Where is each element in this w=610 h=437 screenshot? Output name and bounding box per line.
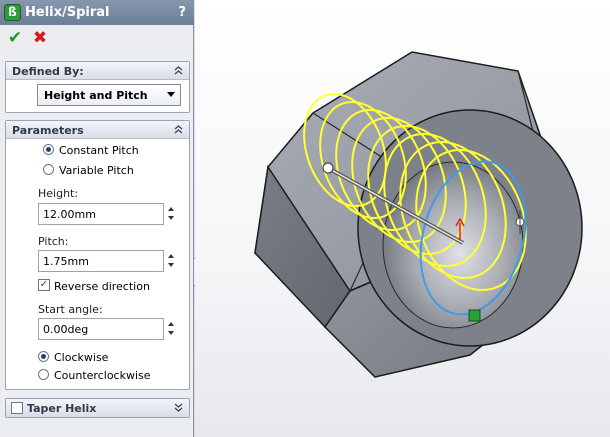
variable-pitch-radio[interactable] (43, 164, 54, 175)
pitch-spinner[interactable] (166, 250, 178, 272)
constant-pitch-label: Constant Pitch (59, 144, 139, 157)
start-angle-value: 0.00deg (43, 323, 89, 336)
defined-by-dropdown[interactable]: Height and Pitch (37, 84, 181, 106)
defined-by-header[interactable]: Defined By: (6, 62, 189, 80)
collapse-chevron-icon[interactable] (172, 123, 185, 136)
taper-helix-header[interactable]: Taper Helix (6, 399, 189, 417)
start-angle-label: Start angle: (38, 303, 103, 316)
nut-model (254, 51, 583, 378)
reverse-direction-checkbox[interactable]: ✓ (38, 279, 50, 291)
height-label: Height: (38, 187, 79, 200)
collapse-chevron-icon[interactable] (172, 64, 185, 77)
panel-title: Helix/Spiral (25, 5, 110, 20)
start-angle-spinner[interactable] (166, 318, 178, 340)
height-input[interactable]: 12.00mm (38, 203, 164, 225)
clockwise-radio[interactable] (38, 351, 49, 362)
graphics-viewport[interactable] (195, 0, 610, 437)
parameters-label: Parameters (12, 124, 84, 137)
start-point-tag (468, 309, 481, 322)
action-bar: ✔ ✖ (0, 25, 194, 55)
help-icon[interactable]: ? (178, 4, 186, 21)
counterclockwise-radio[interactable] (38, 369, 49, 380)
taper-helix-label: Taper Helix (27, 402, 97, 415)
pitch-label: Pitch: (38, 235, 69, 248)
height-value: 12.00mm (43, 208, 96, 221)
clockwise-label: Clockwise (54, 351, 109, 364)
variable-pitch-label: Variable Pitch (59, 164, 134, 177)
pitch-input[interactable]: 1.75mm (38, 250, 164, 272)
reverse-direction-label: Reverse direction (54, 280, 150, 293)
constant-pitch-radio[interactable] (43, 144, 54, 155)
pitch-value: 1.75mm (43, 255, 89, 268)
defined-by-value: Height and Pitch (44, 89, 148, 102)
height-spinner[interactable] (166, 203, 178, 225)
defined-by-group: Defined By: Height and Pitch (5, 61, 190, 113)
counterclockwise-label: Counterclockwise (54, 369, 151, 382)
taper-helix-group: Taper Helix (5, 398, 190, 418)
start-angle-input[interactable]: 0.00deg (38, 318, 164, 340)
ok-button[interactable]: ✔ (5, 27, 25, 49)
parameters-group: Parameters Constant Pitch Variable Pitch… (5, 120, 190, 390)
property-manager-panel: ß Helix/Spiral ? ✔ ✖ Defined By: Height … (0, 0, 194, 437)
cancel-button[interactable]: ✖ (30, 27, 50, 49)
dropdown-arrow-icon (167, 92, 175, 97)
defined-by-label: Defined By: (12, 65, 84, 78)
property-manager-titlebar: ß Helix/Spiral ? (0, 0, 194, 25)
expand-chevron-icon[interactable] (172, 401, 185, 414)
parameters-header[interactable]: Parameters (6, 121, 189, 139)
taper-helix-checkbox[interactable] (11, 402, 23, 414)
helix-feature-icon: ß (4, 4, 21, 21)
